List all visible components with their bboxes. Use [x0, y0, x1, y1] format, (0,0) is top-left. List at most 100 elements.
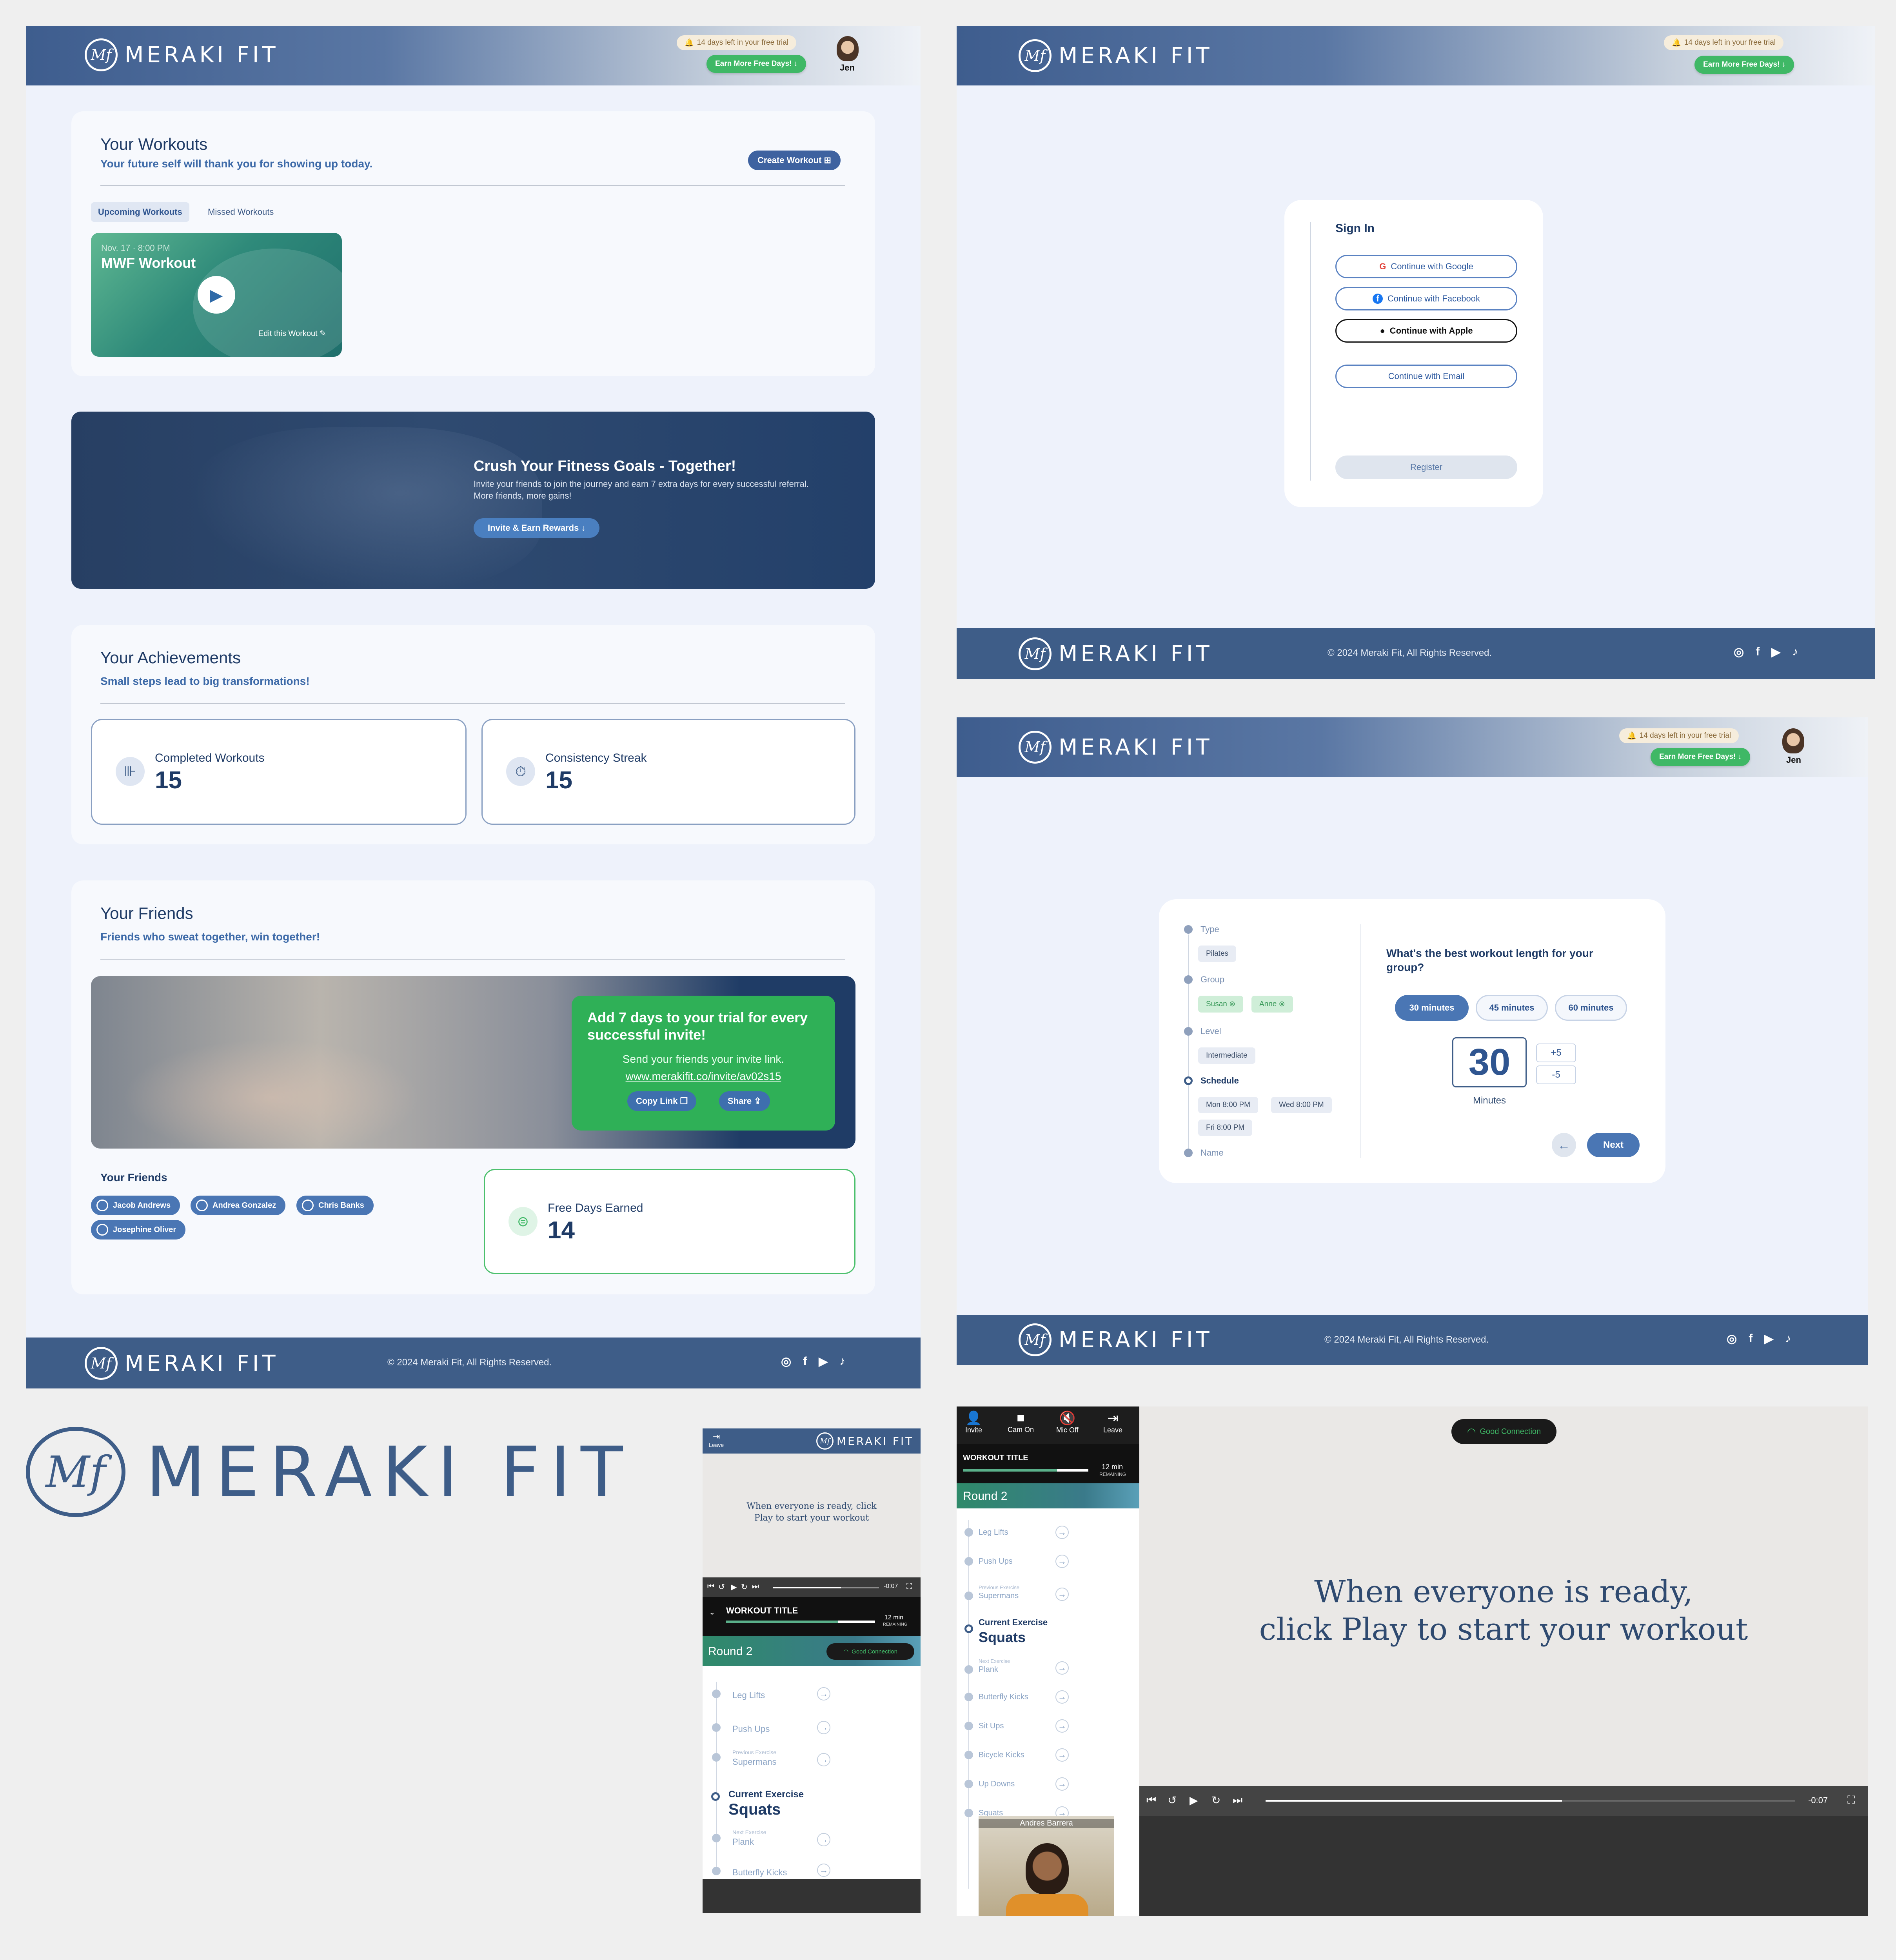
invite-earn-button[interactable]: Invite & Earn Rewards ↓ — [474, 518, 600, 538]
avatar[interactable] — [1782, 728, 1804, 753]
friend-chip[interactable]: Josephine Oliver — [91, 1220, 186, 1240]
invite-button[interactable]: 👤 Invite — [965, 1410, 982, 1434]
brand-logo[interactable]: Mf MERAKI FIT — [1019, 39, 1213, 72]
invite-link[interactable]: www.merakifit.co/invite/av02s15 — [572, 1070, 835, 1083]
arrow-right-icon[interactable]: → — [1055, 1748, 1069, 1762]
play-icon[interactable]: ▶ — [1190, 1794, 1198, 1807]
duration-option[interactable]: 45 minutes — [1476, 995, 1548, 1021]
close-icon[interactable]: ⊗ — [1279, 1000, 1285, 1008]
tiktok-icon[interactable]: ♪ — [1785, 1332, 1791, 1346]
current-exercise[interactable]: Squats — [979, 1629, 1026, 1646]
email-signin-button[interactable]: Continue with Email — [1335, 365, 1517, 388]
close-icon[interactable]: ⊗ — [1229, 1000, 1235, 1008]
level-value[interactable]: Intermediate — [1198, 1047, 1255, 1064]
step-schedule[interactable]: Schedule — [1184, 1076, 1239, 1086]
exercise-item[interactable]: Leg Lifts — [732, 1690, 765, 1700]
play-icon[interactable]: ▶ — [198, 276, 235, 314]
youtube-icon[interactable]: ▶ — [819, 1355, 828, 1368]
exercise-item[interactable]: Butterfly Kicks — [732, 1867, 787, 1878]
current-exercise[interactable]: Squats — [728, 1801, 781, 1818]
arrow-right-icon[interactable]: → — [1055, 1719, 1069, 1733]
arrow-right-icon[interactable]: → — [1055, 1555, 1069, 1568]
friend-chip[interactable]: Andrea Gonzalez — [191, 1196, 286, 1215]
brand-logo[interactable]: Mf MERAKI FIT — [1019, 731, 1213, 764]
arrow-right-icon[interactable]: → — [1055, 1661, 1069, 1675]
step-group[interactable]: Group — [1184, 975, 1224, 985]
participant-tile[interactable]: Andres Barrera — [979, 1816, 1114, 1916]
exercise-item[interactable]: Up Downs — [979, 1780, 1015, 1789]
brand-logo[interactable]: Mf MERAKI FIT — [85, 1347, 279, 1380]
arrow-right-icon[interactable]: → — [1055, 1588, 1069, 1601]
skip-back-icon[interactable]: ⏮ — [707, 1582, 714, 1591]
exercise-item[interactable]: Plank — [979, 1665, 998, 1674]
youtube-icon[interactable]: ▶ — [1764, 1332, 1773, 1346]
arrow-right-icon[interactable]: → — [817, 1864, 830, 1877]
back-button[interactable]: ← — [1552, 1133, 1576, 1157]
arrow-right-icon[interactable]: → — [1055, 1777, 1069, 1791]
seek-bar[interactable] — [1266, 1800, 1795, 1802]
leave-button[interactable]: ⇥ Leave — [1103, 1410, 1122, 1434]
arrow-right-icon[interactable]: → — [817, 1833, 830, 1846]
workout-card[interactable]: Nov. 17 · 8:00 PM MWF Workout ▶ Edit thi… — [91, 233, 342, 357]
friend-chip[interactable]: Chris Banks — [296, 1196, 374, 1215]
group-chip[interactable]: Susan ⊗ — [1198, 996, 1244, 1013]
forward-icon[interactable]: ↻ — [741, 1582, 748, 1592]
edit-workout-link[interactable]: Edit this Workout ✎ — [258, 328, 326, 338]
cam-button[interactable]: ■ Cam On — [1008, 1410, 1034, 1434]
brand-logo[interactable]: Mf MERAKI FIT — [816, 1432, 913, 1450]
avatar[interactable] — [837, 36, 859, 61]
exercise-item[interactable]: Butterfly Kicks — [979, 1693, 1028, 1702]
arrow-right-icon[interactable]: → — [1055, 1526, 1069, 1539]
brand-logo[interactable]: Mf MERAKI FIT — [1019, 637, 1213, 670]
exercise-item[interactable]: Leg Lifts — [979, 1528, 1008, 1537]
instagram-icon[interactable]: ◎ — [781, 1355, 791, 1368]
facebook-signin-button[interactable]: f Continue with Facebook — [1335, 287, 1517, 310]
share-button[interactable]: Share ⇪ — [719, 1091, 770, 1111]
tiktok-icon[interactable]: ♪ — [839, 1355, 845, 1368]
duration-option[interactable]: 30 minutes — [1395, 995, 1469, 1021]
friend-chip[interactable]: Jacob Andrews — [91, 1196, 180, 1215]
chevron-down-icon[interactable]: ⌄ — [709, 1607, 716, 1617]
skip-back-icon[interactable]: ⏮ — [1146, 1794, 1156, 1807]
mic-button[interactable]: 🔇 Mic Off — [1056, 1410, 1079, 1434]
google-signin-button[interactable]: G Continue with Google — [1335, 255, 1517, 278]
decrement-button[interactable]: -5 — [1536, 1065, 1576, 1084]
brand-logo[interactable]: Mf MERAKI FIT — [85, 38, 279, 71]
fullscreen-icon[interactable]: ⛶ — [906, 1582, 912, 1591]
earn-days-button[interactable]: Earn More Free Days! ↓ — [1694, 56, 1794, 74]
create-workout-button[interactable]: Create Workout ⊞ — [748, 151, 841, 170]
increment-button[interactable]: +5 — [1536, 1044, 1576, 1062]
exercise-item[interactable]: Supermans — [732, 1757, 777, 1767]
arrow-right-icon[interactable]: → — [817, 1687, 830, 1700]
play-icon[interactable]: ▶ — [731, 1582, 737, 1592]
arrow-right-icon[interactable]: → — [817, 1753, 830, 1766]
exercise-item[interactable]: Supermans — [979, 1592, 1019, 1601]
duration-value[interactable]: 30 — [1452, 1037, 1527, 1087]
type-value[interactable]: Pilates — [1198, 946, 1237, 962]
arrow-right-icon[interactable]: → — [817, 1721, 830, 1734]
youtube-icon[interactable]: ▶ — [1771, 645, 1780, 659]
rewind-icon[interactable]: ↺ — [718, 1582, 725, 1592]
leave-button[interactable]: ⇥ Leave — [709, 1432, 724, 1448]
arrow-right-icon[interactable]: → — [1055, 1690, 1069, 1704]
facebook-icon[interactable]: f — [1749, 1332, 1753, 1346]
facebook-icon[interactable]: f — [1756, 645, 1760, 659]
instagram-icon[interactable]: ◎ — [1727, 1332, 1737, 1346]
step-name[interactable]: Name — [1184, 1148, 1224, 1158]
forward-icon[interactable]: ↻ — [1211, 1794, 1220, 1807]
seek-bar[interactable] — [773, 1587, 879, 1588]
copy-link-button[interactable]: Copy Link ❐ — [627, 1091, 697, 1111]
apple-signin-button[interactable]: ● Continue with Apple — [1335, 319, 1517, 343]
exercise-item[interactable]: Sit Ups — [979, 1722, 1004, 1731]
skip-forward-icon[interactable]: ⏭ — [1233, 1794, 1242, 1807]
exercise-item[interactable]: Push Ups — [979, 1557, 1013, 1566]
duration-option[interactable]: 60 minutes — [1555, 995, 1627, 1021]
schedule-option[interactable]: Wed 8:00 PM — [1271, 1097, 1332, 1113]
schedule-option[interactable]: Mon 8:00 PM — [1198, 1097, 1258, 1113]
exercise-item[interactable]: Push Ups — [732, 1724, 770, 1734]
step-type[interactable]: Type — [1184, 924, 1219, 935]
tiktok-icon[interactable]: ♪ — [1792, 645, 1798, 659]
fullscreen-icon[interactable]: ⛶ — [1847, 1794, 1855, 1807]
step-level[interactable]: Level — [1184, 1026, 1221, 1036]
tab-upcoming[interactable]: Upcoming Workouts — [91, 202, 189, 222]
